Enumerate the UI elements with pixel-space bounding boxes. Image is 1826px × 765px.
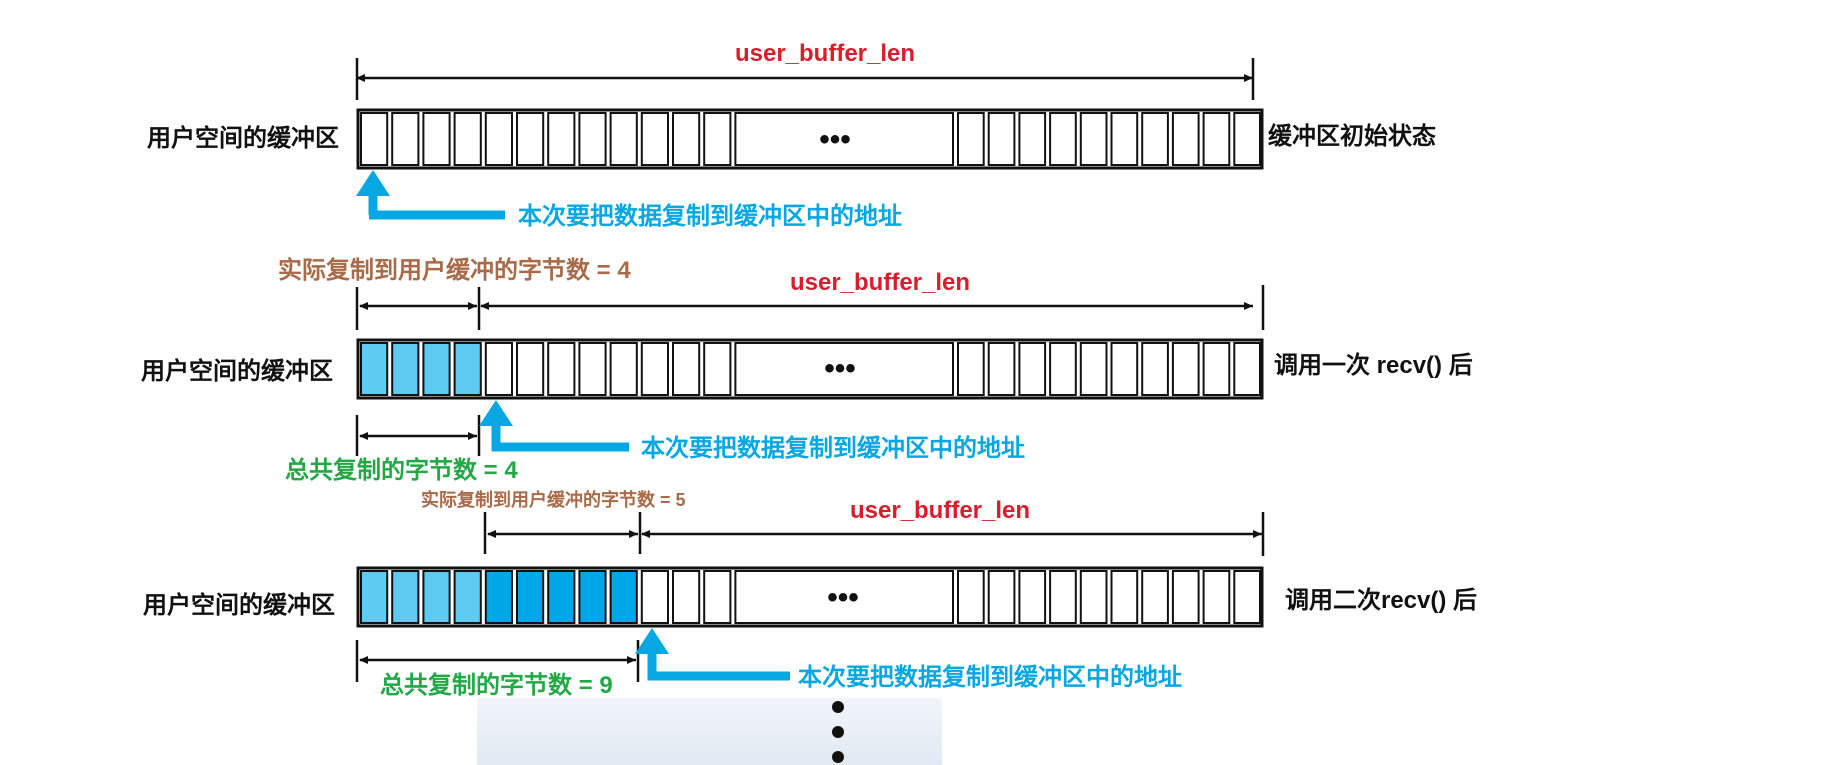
buffer-cell [1110,342,1139,396]
buffer-cell [422,570,451,624]
buffer-cell [703,112,732,166]
buffer-cell [957,342,985,396]
buffer-cell [1141,112,1169,166]
buffer-cell [1233,112,1262,166]
buffer-cell [640,112,669,166]
buffer-cell [484,112,513,166]
buffer-cell [1171,570,1200,624]
buffer-cell [672,342,701,396]
buffer-cell [578,570,607,624]
state-label: 调用二次recv() 后 [1285,587,1477,614]
buffer-cell [1018,342,1047,396]
buffer-cell [453,342,482,396]
continuation-band [477,698,942,765]
buffer-cells [356,338,1264,400]
ellipsis-icon: ••• [824,352,856,385]
buffer-name-label: 用户空间的缓冲区 [147,124,339,152]
buffer-cell [957,112,985,166]
buffer-cell [547,570,576,624]
buffer-cell [1079,570,1108,624]
buffer-cell [578,342,607,396]
buffer-cell [1141,570,1169,624]
copied-bytes-label: 实际复制到用户缓冲的字节数 = 5 [421,489,686,510]
buffer-cell [516,342,545,396]
buffer-cell [609,112,638,166]
buffer-cell [1110,570,1139,624]
buffer-cell [1049,112,1077,166]
buffer-cell [391,570,420,624]
buffer-cell [391,342,420,396]
row-3: 实际复制到用户缓冲的字节数 = 5 user_buffer_len 用户空间的缓… [143,489,1477,699]
ellipsis-icon: ••• [819,123,851,156]
buffer-cell [484,570,513,624]
pointer-label: 本次要把数据复制到缓冲区中的地址 [641,434,1025,462]
buffer-cells [356,108,1264,170]
buffer-cell [453,570,482,624]
row-1: user_buffer_len 用户空间的缓冲区 缓冲区初始状态 ••• 本次要… [147,40,1436,230]
total-bytes-label: 总共复制的字节数 = 4 [285,456,518,484]
buffer-cell [703,570,732,624]
buffer-cell [672,570,701,624]
user-buffer-len-label: user_buffer_len [850,497,1030,524]
buffer-cell [1018,570,1047,624]
buffer-cell [609,342,638,396]
recv-buffer-diagram: user_buffer_len 用户空间的缓冲区 缓冲区初始状态 ••• 本次要… [141,40,1477,765]
pointer-arrow [491,418,629,452]
buffer-cell [1171,342,1200,396]
buffer-cell [640,570,669,624]
user-buffer-len-label: user_buffer_len [790,269,970,296]
buffer-cell [672,112,701,166]
buffer-cell [547,342,576,396]
total-bytes-label: 总共复制的字节数 = 9 [380,671,613,699]
buffer-cell [1049,342,1077,396]
buffer-cells [356,566,1264,628]
buffer-cell [1049,570,1077,624]
buffer-cell [957,570,985,624]
buffer-cell [1141,342,1169,396]
buffer-cell [987,342,1016,396]
buffer-cell [453,112,482,166]
buffer-cell [360,342,389,396]
buffer-cell [1018,112,1047,166]
buffer-cell [360,112,389,166]
state-label: 调用一次 recv() 后 [1274,352,1473,379]
row-2: 实际复制到用户缓冲的字节数 = 4 user_buffer_len 用户空间的缓… [141,256,1473,484]
buffer-cell [1202,570,1231,624]
buffer-cell [1079,342,1108,396]
buffer-cell [1171,112,1200,166]
copied-bytes-label: 实际复制到用户缓冲的字节数 = 4 [278,256,631,284]
buffer-cell [1110,112,1139,166]
buffer-cell [1079,112,1108,166]
buffer-cell [703,342,732,396]
buffer-cell [360,570,389,624]
buffer-cell [422,342,451,396]
buffer-name-label: 用户空间的缓冲区 [141,357,333,385]
vertical-ellipsis-icon [832,701,844,763]
buffer-name-label: 用户空间的缓冲区 [143,591,335,619]
buffer-cell [422,112,451,166]
pointer-label: 本次要把数据复制到缓冲区中的地址 [798,663,1182,691]
user-buffer-len-label: user_buffer_len [735,40,915,67]
pointer-arrow-head [356,170,390,196]
pointer-arrow [647,646,790,681]
buffer-cell [547,112,576,166]
ellipsis-icon: ••• [827,581,859,614]
buffer-cell [987,570,1016,624]
buffer-cell [1202,112,1231,166]
buffer-cell [516,570,545,624]
diagram-stage: user_buffer_len 用户空间的缓冲区 缓冲区初始状态 ••• 本次要… [0,0,1826,765]
buffer-cell [640,342,669,396]
buffer-cell [1202,342,1231,396]
buffer-cell [578,112,607,166]
buffer-cell [516,112,545,166]
buffer-cell [609,570,638,624]
buffer-cell [1233,570,1262,624]
buffer-cell [484,342,513,396]
state-label: 缓冲区初始状态 [1268,122,1436,150]
buffer-cell [391,112,420,166]
buffer-cell [987,112,1016,166]
buffer-cell [1233,342,1262,396]
pointer-label: 本次要把数据复制到缓冲区中的地址 [518,202,902,230]
